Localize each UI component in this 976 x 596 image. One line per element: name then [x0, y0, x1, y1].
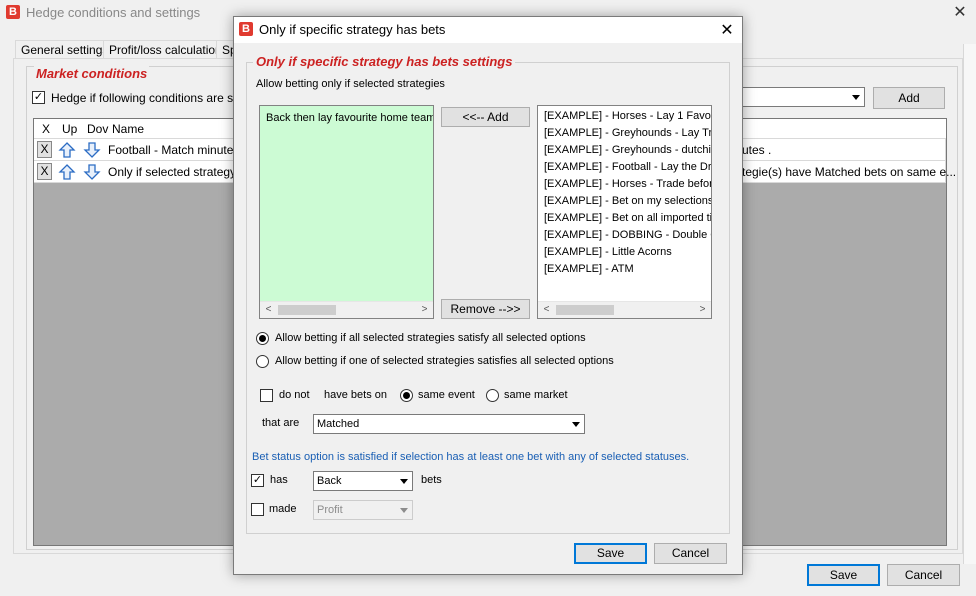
radio-same-market[interactable]	[486, 389, 499, 402]
remove-strategy-button[interactable]: Remove -->>	[441, 299, 530, 319]
same-event-label: same event	[418, 389, 475, 401]
chevron-down-icon	[572, 422, 580, 427]
main-save-button[interactable]: Save	[807, 564, 880, 586]
radio-one-strategy[interactable]	[256, 355, 269, 368]
list-item[interactable]: [EXAMPLE] - Football - Lay the Dra	[538, 159, 711, 176]
arrow-down-icon[interactable]	[83, 163, 101, 181]
list-item[interactable]: [EXAMPLE] - Bet on all imported tip	[538, 210, 711, 227]
do-not-label: do not	[279, 389, 310, 401]
condition-type-dropdown[interactable]	[740, 87, 865, 107]
dialog-close-icon[interactable]: ✕	[717, 20, 737, 40]
col-down-header: Dov	[87, 122, 109, 136]
delete-row-button[interactable]: X	[37, 163, 52, 180]
scroll-left-icon[interactable]: <	[538, 302, 555, 318]
bets-label: bets	[421, 474, 442, 486]
row-name: Only if selected strategy ha	[108, 165, 253, 179]
list-item[interactable]: [EXAMPLE] - Little Acorns	[538, 244, 711, 261]
dialog-logo-icon: B	[239, 22, 253, 36]
tab-profit-loss[interactable]: Profit/loss calculation	[103, 40, 228, 59]
col-up-header: Up	[62, 122, 78, 136]
row-description: utes .	[742, 143, 772, 157]
bet-side-dropdown[interactable]: Back	[313, 471, 413, 491]
arrow-up-icon[interactable]	[58, 141, 76, 159]
hedge-checkbox[interactable]: ✓	[32, 91, 45, 104]
list-item[interactable]: [EXAMPLE] - ATM	[538, 261, 711, 278]
add-strategy-button[interactable]: <<-- Add	[441, 107, 530, 127]
has-label: has	[270, 474, 288, 486]
chevron-down-icon	[400, 479, 408, 484]
bet-side-value: Back	[317, 475, 342, 487]
list-item[interactable]: [EXAMPLE] - Greyhounds - Lay Tra	[538, 125, 711, 142]
settings-heading: Only if specific strategy has bets setti…	[253, 54, 516, 69]
has-checkbox[interactable]: ✓	[251, 474, 264, 487]
col-name-header: Name	[112, 122, 145, 136]
same-market-label: same market	[504, 389, 568, 401]
app-logo-icon: B	[6, 5, 20, 19]
dialog-save-button[interactable]: Save	[574, 543, 647, 564]
delete-row-button[interactable]: X	[37, 141, 52, 158]
horizontal-scrollbar[interactable]: < >	[260, 301, 433, 318]
selected-strategies-list[interactable]: Back then lay favourite home team < >	[259, 105, 434, 319]
radio-one-label: Allow betting if one of selected strateg…	[275, 355, 614, 367]
do-not-checkbox[interactable]	[260, 389, 273, 402]
list-item[interactable]: [EXAMPLE] - Horses - Trade before	[538, 176, 711, 193]
row-name: Football - Match minute	[108, 143, 234, 157]
col-x-header: X	[42, 122, 51, 136]
list-item[interactable]: Back then lay favourite home team	[260, 110, 433, 127]
list-item[interactable]: [EXAMPLE] - DOBBING - Double C	[538, 227, 711, 244]
main-close-icon[interactable]: ✕	[950, 2, 970, 22]
radio-all-strategies[interactable]	[256, 332, 269, 345]
made-value: Profit	[317, 504, 343, 516]
row-description: tegie(s) have Matched bets on same e...	[742, 165, 957, 179]
scroll-thumb[interactable]	[556, 305, 614, 315]
made-dropdown: Profit	[313, 500, 413, 520]
dialog-cancel-button[interactable]: Cancel	[654, 543, 727, 564]
have-bets-on-label: have bets on	[324, 389, 387, 401]
scroll-thumb[interactable]	[278, 305, 336, 315]
arrow-down-icon[interactable]	[83, 141, 101, 159]
add-condition-button[interactable]: Add	[873, 87, 945, 109]
scroll-left-icon[interactable]: <	[260, 302, 277, 318]
available-strategies-list[interactable]: [EXAMPLE] - Horses - Lay 1 Favou [EXAMPL…	[537, 105, 712, 319]
main-window-title: Hedge conditions and settings	[26, 5, 201, 20]
bet-status-dropdown[interactable]: Matched	[313, 414, 585, 434]
made-label: made	[269, 503, 297, 515]
bet-status-value: Matched	[317, 418, 360, 430]
allow-betting-label: Allow betting only if selected strategie…	[256, 78, 445, 90]
made-checkbox[interactable]	[251, 503, 264, 516]
radio-all-label: Allow betting if all selected strategies…	[275, 332, 586, 344]
section-title: Market conditions	[34, 66, 150, 81]
info-text: Bet status option is satisfied if select…	[252, 451, 690, 463]
radio-same-event[interactable]	[400, 389, 413, 402]
list-item[interactable]: [EXAMPLE] - Bet on my selections	[538, 193, 711, 210]
hedge-checkbox-label: Hedge if following conditions are satisf…	[51, 91, 258, 105]
main-cancel-button[interactable]: Cancel	[887, 564, 960, 586]
scroll-right-icon[interactable]: >	[694, 302, 711, 318]
chevron-down-icon	[400, 508, 408, 513]
horizontal-scrollbar[interactable]: < >	[538, 301, 711, 318]
tab-general-settings[interactable]: General settings	[15, 40, 115, 59]
arrow-up-icon[interactable]	[58, 163, 76, 181]
list-item[interactable]: [EXAMPLE] - Horses - Lay 1 Favou	[538, 108, 711, 125]
dialog-title: Only if specific strategy has bets	[259, 22, 446, 37]
chevron-down-icon	[852, 95, 860, 100]
scroll-right-icon[interactable]: >	[416, 302, 433, 318]
that-are-label: that are	[262, 417, 300, 429]
background-window-edge	[963, 44, 976, 564]
list-item[interactable]: [EXAMPLE] - Greyhounds - dutchin	[538, 142, 711, 159]
